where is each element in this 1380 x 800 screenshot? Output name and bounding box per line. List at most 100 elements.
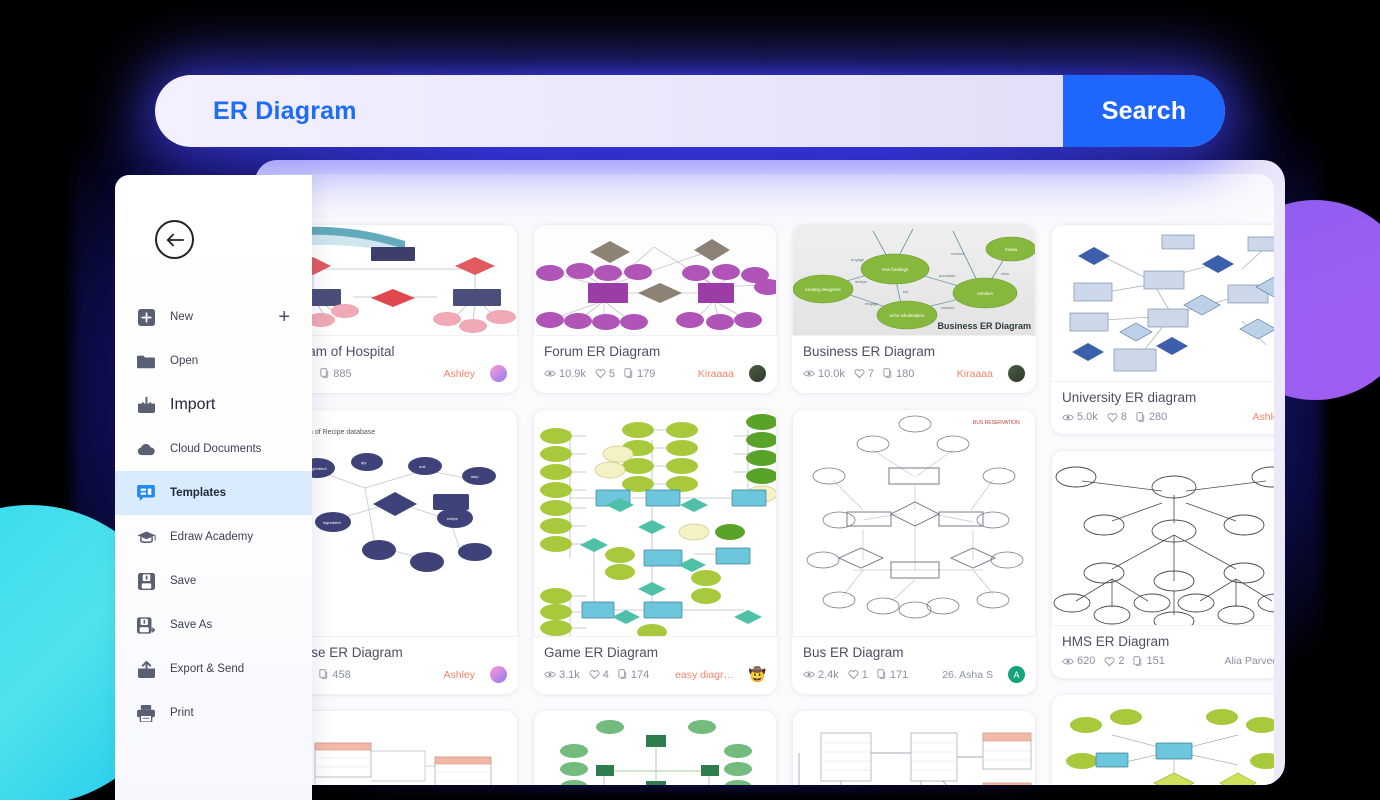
template-card[interactable]	[792, 710, 1036, 785]
svg-text:echo wholesalers: echo wholesalers	[890, 313, 926, 318]
template-thumbnail-university[interactable]	[1051, 224, 1274, 382]
copies-value: 171	[889, 668, 909, 681]
template-title: HMS ER Diagram	[1062, 634, 1170, 649]
templates-column-4: University ER diagram 5.0k 8 280 Ashl HM…	[1051, 224, 1274, 785]
template-card[interactable]: Forum ER Diagram 10.9k 5 179 Kiraaaa	[533, 224, 777, 393]
views-value: 620	[1077, 655, 1096, 667]
svg-text:qty: qty	[361, 460, 366, 465]
template-author[interactable]: Ashley	[1252, 411, 1274, 423]
save-as-icon	[135, 616, 157, 634]
sidebar-item-label: Save As	[170, 619, 213, 631]
search-input[interactable]	[155, 96, 1063, 126]
template-stats: 2.4k 1 171 26. Asha S A	[803, 666, 1025, 683]
sidebar-item-new[interactable]: New +	[115, 295, 312, 339]
templates-icon	[135, 485, 157, 501]
template-thumbnail-green-erd[interactable]	[533, 710, 777, 785]
avatar[interactable]: 🤠	[749, 666, 766, 683]
printer-icon	[135, 704, 157, 722]
search-button[interactable]: Search	[1063, 75, 1225, 147]
template-author[interactable]: Kiraaaa	[698, 368, 734, 380]
template-thumbnail-business[interactable]: funding designers new fundings echo whol…	[792, 224, 1036, 336]
copies-value: 180	[896, 367, 915, 380]
sidebar-item-save-as[interactable]: Save As	[115, 603, 312, 647]
sidebar-item-import[interactable]: Import	[115, 383, 312, 427]
template-card[interactable]	[1051, 694, 1274, 785]
template-card[interactable]: Game ER Diagram 3.1k 4 174 easy diagr… 🤠	[533, 409, 777, 694]
sidebar-item-save[interactable]: Save	[115, 559, 312, 603]
sidebar-item-label: Print	[170, 707, 194, 719]
templates-column-3: funding designers new fundings echo whol…	[792, 224, 1036, 785]
eye-icon	[1062, 414, 1074, 420]
template-title: Game ER Diagram	[544, 645, 659, 660]
likes-stat: 7	[854, 368, 874, 380]
copy-icon	[624, 368, 633, 378]
views-stat: 3.1k	[544, 669, 580, 681]
template-thumbnail-forum[interactable]	[533, 224, 777, 336]
svg-text:engage: engage	[865, 301, 879, 306]
template-card[interactable]: funding designers new fundings echo whol…	[792, 224, 1036, 393]
template-author[interactable]: easy diagr…	[675, 669, 734, 681]
template-author[interactable]: Ashley	[443, 669, 475, 681]
templates-grid: ...gram of Hospital 1 7 885	[266, 224, 1274, 785]
template-author[interactable]: Alia Parveen	[1224, 655, 1274, 667]
avatar[interactable]	[1008, 365, 1025, 382]
avatar[interactable]: A	[1008, 666, 1025, 683]
template-thumbnail-bus[interactable]: BUS RESERVATION	[792, 409, 1036, 637]
likes-value: 8	[1120, 411, 1127, 423]
template-card[interactable]	[533, 710, 777, 785]
copy-icon	[877, 669, 886, 679]
svg-text:unit: unit	[419, 464, 426, 469]
copies-value: 179	[637, 367, 656, 380]
avatar[interactable]	[749, 365, 766, 382]
sidebar-item-export-send[interactable]: Export & Send	[115, 647, 312, 691]
sidebar-item-cloud-documents[interactable]: Cloud Documents	[115, 427, 312, 471]
arrow-left-icon	[166, 233, 184, 246]
sidebar-item-label: Export & Send	[170, 663, 245, 675]
avatar[interactable]	[490, 666, 507, 683]
copy-icon	[1136, 411, 1145, 422]
add-new-icon[interactable]: +	[278, 307, 290, 327]
graduation-cap-icon	[135, 530, 157, 545]
save-disk-icon	[135, 572, 157, 590]
svg-text:design: design	[855, 279, 867, 284]
svg-text:engage: engage	[851, 257, 865, 262]
likes-value: 2	[1118, 655, 1125, 667]
sidebar-item-print[interactable]: Print	[115, 691, 312, 735]
cloud-icon	[135, 443, 157, 456]
sidebar-item-edraw-academy[interactable]: Edraw Academy	[115, 515, 312, 559]
template-card[interactable]: University ER diagram 5.0k 8 280 Ashl	[1051, 224, 1274, 434]
eye-icon	[803, 370, 815, 377]
heart-icon	[595, 369, 606, 379]
copies-stat: 171	[877, 669, 908, 681]
template-author[interactable]: Ashley	[443, 368, 475, 380]
folder-icon	[135, 354, 157, 369]
sidebar-item-open[interactable]: Open	[115, 339, 312, 383]
template-thumbnail-game[interactable]	[533, 409, 777, 637]
svg-text:BUS RESERVATION: BUS RESERVATION	[973, 420, 1020, 426]
template-author[interactable]: 26. Asha S	[942, 669, 993, 681]
copies-stat: 174	[618, 669, 649, 681]
views-stat: 5.0k	[1062, 411, 1098, 423]
copies-value: 458	[332, 668, 351, 681]
sidebar: New + Open Import Cloud Documents Templa…	[115, 175, 312, 800]
back-button[interactable]	[155, 220, 194, 259]
sidebar-item-label: Edraw Academy	[170, 531, 254, 543]
sidebar-item-templates[interactable]: Templates	[115, 471, 312, 515]
avatar[interactable]	[490, 365, 507, 382]
svg-text:bid: bid	[903, 289, 908, 294]
template-stats: 3.1k 4 174 easy diagr… 🤠	[544, 666, 766, 683]
template-thumbnail-green-erd2[interactable]	[1051, 694, 1274, 785]
views-stat: 2.4k	[803, 669, 839, 681]
likes-stat: 2	[1104, 655, 1124, 667]
views-value: 2.4k	[818, 668, 839, 681]
template-thumbnail-hms[interactable]	[1051, 450, 1274, 626]
template-card[interactable]: BUS RESERVATION Bus ER Diagram 2.4k 1 17…	[792, 409, 1036, 694]
template-thumbnail-salmon-tables[interactable]	[792, 710, 1036, 785]
template-card[interactable]: HMS ER Diagram 620 2 151 Alia Parve	[1051, 450, 1274, 678]
sidebar-menu: New + Open Import Cloud Documents Templa…	[115, 295, 312, 735]
copies-value: 885	[333, 367, 352, 380]
app-window: ...gram of Hospital 1 7 885	[255, 160, 1285, 785]
import-icon	[135, 396, 157, 414]
svg-text:funding designers: funding designers	[805, 287, 841, 292]
template-author[interactable]: Kiraaaa	[957, 368, 993, 380]
